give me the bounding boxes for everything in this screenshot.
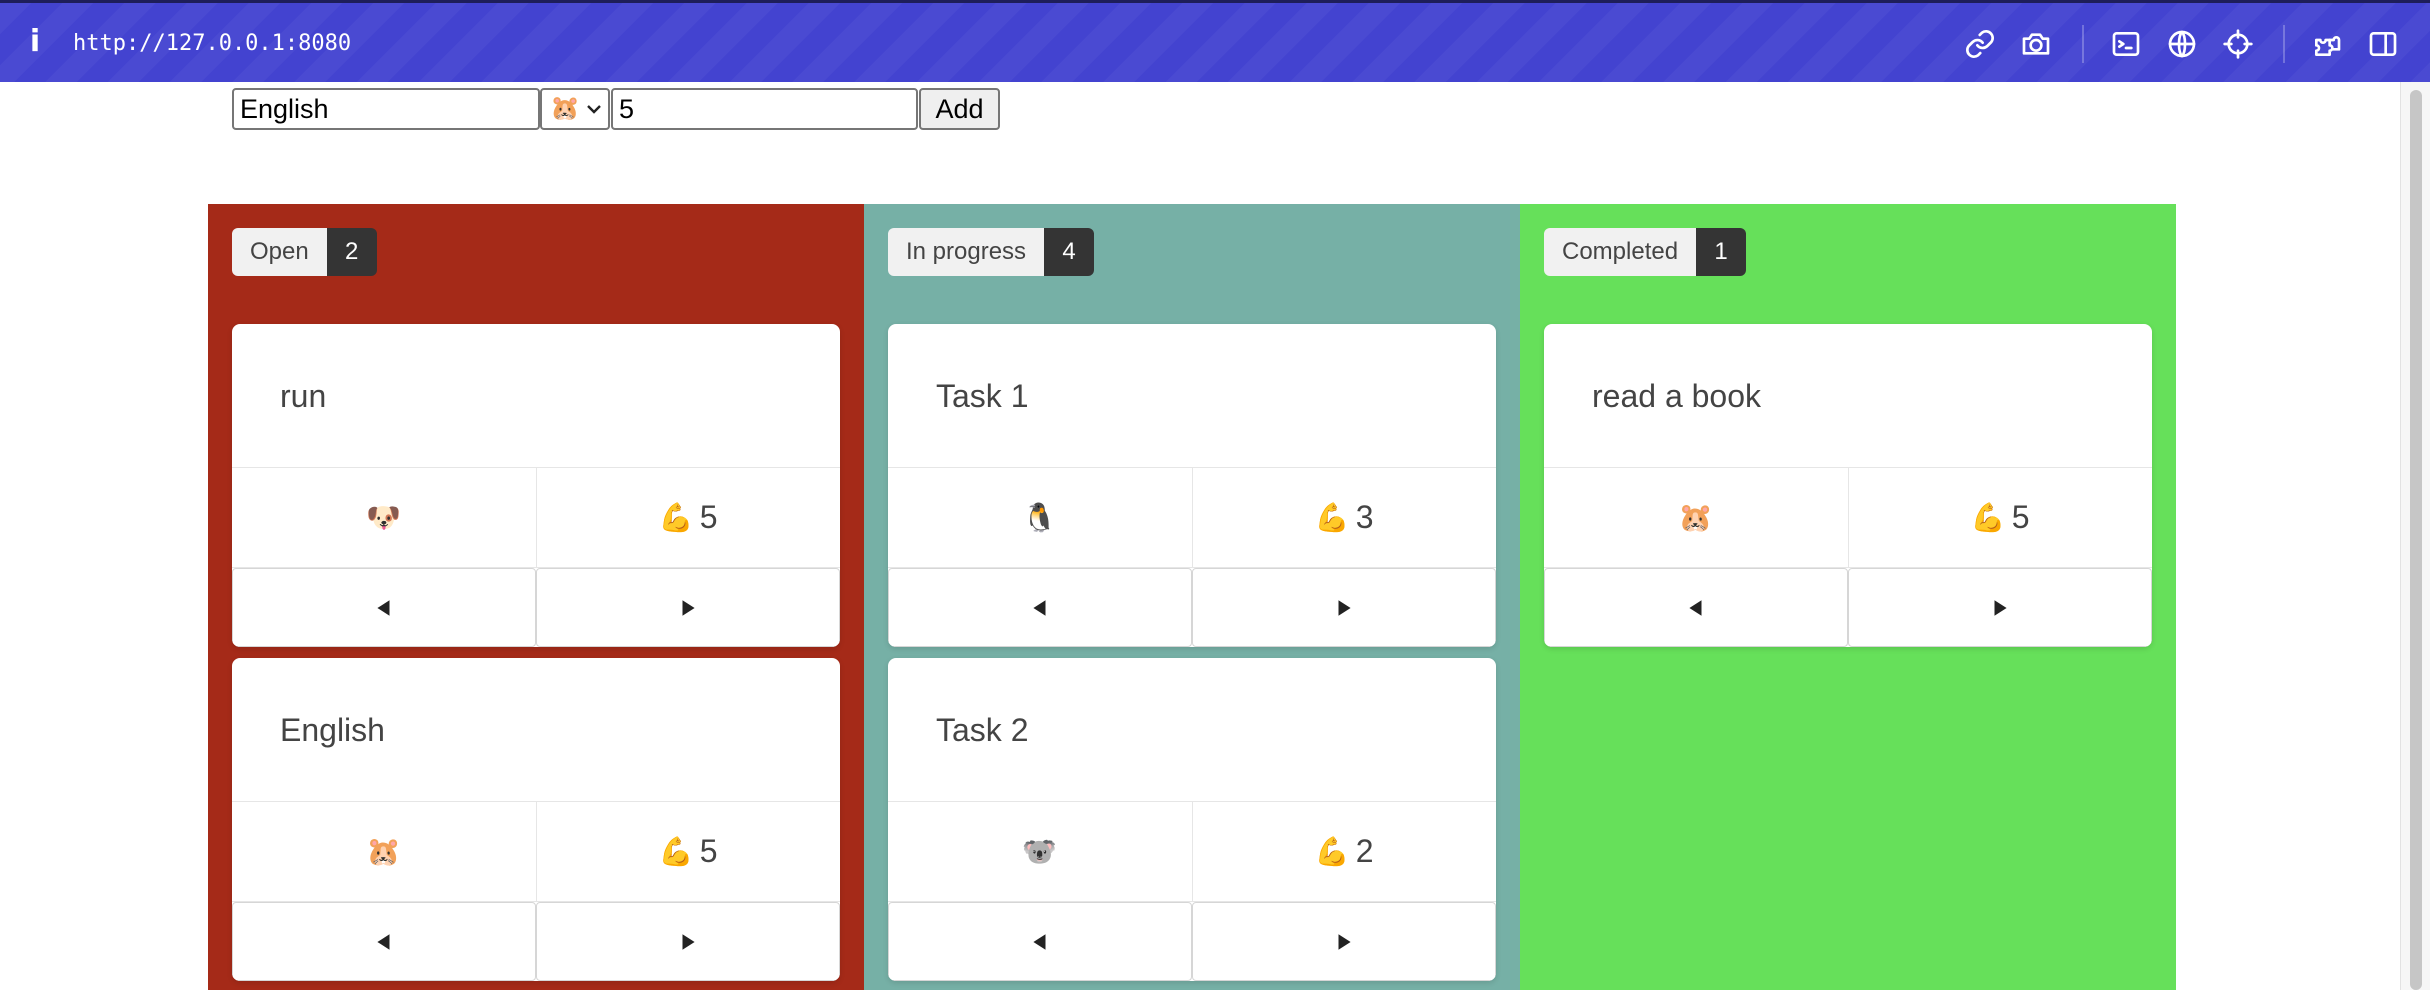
triangle-left-icon [377, 933, 390, 950]
task-actions [888, 902, 1496, 981]
owner-emoji: 🐧 [1022, 502, 1058, 533]
task-card: Task 2 🐨 💪 2 [888, 658, 1496, 981]
address-bar[interactable]: http://127.0.0.1:8080 [73, 29, 351, 59]
muscle-icon: 💪 [658, 502, 694, 533]
task-owner: 🐹 [232, 802, 536, 901]
task-meta: 🐹 💪 5 [1544, 468, 2152, 568]
chevron-down-icon [587, 105, 601, 114]
task-meta: 🐶 💪 5 [232, 468, 840, 568]
terminal-icon[interactable] [2109, 27, 2143, 61]
move-left-button[interactable] [888, 568, 1192, 647]
effort-value: 2 [1355, 833, 1374, 869]
effort-value: 3 [1355, 499, 1374, 535]
effort-value: 5 [2011, 499, 2030, 535]
muscle-icon: 💪 [1314, 836, 1350, 867]
task-effort: 💪 5 [1847, 468, 2153, 567]
task-name-input[interactable] [232, 88, 540, 130]
triangle-left-icon [377, 599, 390, 616]
triangle-right-icon [1338, 599, 1351, 616]
browser-toolbar: i http://127.0.0.1:8080 [0, 0, 2430, 82]
toolbar-divider [2283, 25, 2285, 63]
toolbar-divider [2082, 25, 2084, 63]
info-icon[interactable]: i [24, 25, 46, 59]
column-open: Open 2 run 🐶 💪 5 English 🐹 💪 5 [208, 204, 864, 990]
effort-value: 5 [699, 499, 718, 535]
task-title: English [232, 658, 840, 802]
task-meta: 🐨 💪 2 [888, 802, 1496, 902]
muscle-icon: 💪 [1970, 502, 2006, 533]
crosshair-icon[interactable] [2221, 27, 2255, 61]
column-title: Open [232, 228, 327, 276]
triangle-right-icon [1994, 599, 2007, 616]
task-card: Task 1 🐧 💪 3 [888, 324, 1496, 647]
move-right-button[interactable] [536, 568, 840, 647]
column-header: In progress 4 [888, 228, 1095, 276]
task-meta: 🐹 💪 5 [232, 802, 840, 902]
column-header: Completed 1 [1544, 228, 1747, 276]
triangle-left-icon [1689, 599, 1702, 616]
task-title: read a book [1544, 324, 2152, 468]
task-actions [232, 902, 840, 981]
scrollbar-thumb[interactable] [2410, 90, 2422, 990]
selected-owner-emoji: 🐹 [550, 95, 580, 122]
task-owner: 🐶 [232, 468, 536, 567]
task-effort: 💪 3 [1191, 468, 1497, 567]
triangle-left-icon [1033, 599, 1046, 616]
task-owner: 🐨 [888, 802, 1192, 901]
column-count-badge: 1 [1696, 228, 1747, 276]
column-count-badge: 2 [326, 228, 377, 276]
task-title: Task 2 [888, 658, 1496, 802]
column-completed: Completed 1 read a book 🐹 💪 5 [1520, 204, 2176, 990]
task-actions [232, 568, 840, 647]
move-left-button[interactable] [1544, 568, 1848, 647]
column-in-progress: In progress 4 Task 1 🐧 💪 3 Task 2 🐨 💪 2 [864, 204, 1520, 990]
page-scrollbar[interactable] [2400, 82, 2430, 990]
owner-emoji: 🐨 [1022, 836, 1058, 867]
task-card: English 🐹 💪 5 [232, 658, 840, 981]
task-effort: 💪 5 [535, 468, 841, 567]
sidebar-icon[interactable] [2366, 27, 2400, 61]
task-effort: 💪 2 [1191, 802, 1497, 901]
task-owner: 🐧 [888, 468, 1192, 567]
column-header: Open 2 [232, 228, 377, 276]
task-card: read a book 🐹 💪 5 [1544, 324, 2152, 647]
camera-icon[interactable] [2019, 27, 2053, 61]
triangle-right-icon [682, 599, 695, 616]
move-left-button[interactable] [232, 568, 536, 647]
task-title: run [232, 324, 840, 468]
column-count-badge: 4 [1044, 228, 1095, 276]
column-title: Completed [1544, 228, 1697, 276]
owner-emoji: 🐶 [366, 502, 402, 533]
move-right-button[interactable] [1192, 568, 1496, 647]
owner-select[interactable]: 🐹 [540, 88, 610, 130]
move-right-button[interactable] [1848, 568, 2152, 647]
muscle-icon: 💪 [1314, 502, 1350, 533]
triangle-right-icon [1338, 933, 1351, 950]
move-left-button[interactable] [888, 902, 1192, 981]
task-actions [1544, 568, 2152, 647]
task-card: run 🐶 💪 5 [232, 324, 840, 647]
effort-value: 5 [699, 833, 718, 869]
task-meta: 🐧 💪 3 [888, 468, 1496, 568]
task-effort: 💪 5 [535, 802, 841, 901]
move-right-button[interactable] [536, 902, 840, 981]
triangle-right-icon [682, 933, 695, 950]
owner-emoji: 🐹 [1678, 502, 1714, 533]
task-title: Task 1 [888, 324, 1496, 468]
move-left-button[interactable] [232, 902, 536, 981]
add-button[interactable]: Add [919, 88, 1000, 130]
extensions-icon[interactable] [2310, 27, 2344, 61]
move-right-button[interactable] [1192, 902, 1496, 981]
triangle-left-icon [1033, 933, 1046, 950]
column-title: In progress [888, 228, 1045, 276]
muscle-icon: 💪 [658, 836, 694, 867]
link-icon[interactable] [1963, 27, 1997, 61]
globe-icon[interactable] [2165, 27, 2199, 61]
owner-emoji: 🐹 [366, 836, 402, 867]
task-actions [888, 568, 1496, 647]
task-owner: 🐹 [1544, 468, 1848, 567]
effort-input[interactable] [611, 88, 918, 130]
